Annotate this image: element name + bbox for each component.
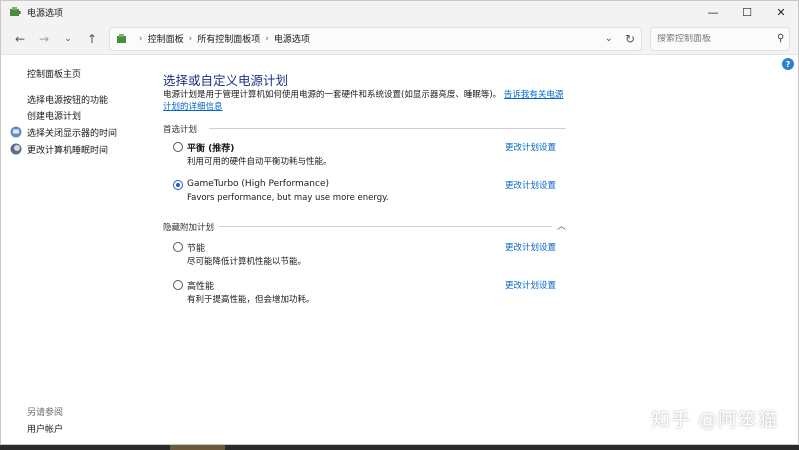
power-options-window: 电源选项 — ☐ ✕ ← → ⌄ ↑ › 控制面板 › 所有控制面板项 › 电源… [0, 0, 799, 445]
radio-balanced[interactable] [173, 142, 183, 152]
help-icon[interactable]: ? [782, 58, 794, 70]
hidden-plans-label: 隐藏附加计划 [163, 223, 215, 233]
back-button[interactable]: ← [9, 28, 31, 50]
close-button[interactable]: ✕ [764, 1, 798, 23]
sidebar-sleep-time[interactable]: 更改计算机睡眠时间 [27, 143, 108, 156]
minimize-button[interactable]: — [696, 1, 730, 23]
background-strip [170, 445, 225, 450]
hidden-plans-divider [219, 226, 552, 227]
plan-name[interactable]: 高性能 [187, 279, 214, 292]
see-also-heading: 另请参阅 [27, 408, 64, 418]
title-bar: 电源选项 — ☐ ✕ [1, 1, 798, 23]
address-dropdown-icon[interactable]: ⌄ [605, 33, 613, 44]
plan-description: 利用可用的硬件自动平衡功耗与性能。 [187, 157, 332, 167]
content-area: ? 控制面板主页 选择电源按钮的功能 创建电源计划 选择关闭显示器的时间 更改计… [1, 55, 798, 444]
change-plan-settings-link[interactable]: 更改计划设置 [505, 241, 556, 253]
radio-gameturbo[interactable] [173, 180, 183, 190]
breadcrumb-control-panel[interactable]: 控制面板 [148, 32, 184, 45]
search-box[interactable]: ⚲ [650, 26, 790, 51]
close-icon: ✕ [776, 5, 786, 19]
power-options-icon [10, 7, 21, 16]
refresh-icon[interactable]: ↻ [625, 32, 635, 46]
sidebar-control-panel-home[interactable]: 控制面板主页 [27, 67, 81, 80]
control-panel-icon [117, 33, 126, 43]
search-input[interactable] [657, 33, 777, 44]
page-title: 选择或自定义电源计划 [163, 73, 289, 88]
maximize-button[interactable]: ☐ [730, 1, 764, 23]
page-description: 电源计划是用于管理计算机如何使用电源的一套硬件和系统设置(如显示器亮度、睡眠等)… [163, 89, 566, 113]
chevron-right-icon: › [188, 33, 193, 44]
see-also-user-accounts[interactable]: 用户帐户 [27, 422, 63, 435]
change-plan-settings-link[interactable]: 更改计划设置 [505, 141, 556, 153]
window-title: 电源选项 [27, 8, 64, 19]
sidebar-choose-power-buttons[interactable]: 选择电源按钮的功能 [27, 93, 108, 106]
up-button[interactable]: ↑ [81, 28, 103, 50]
minimize-icon: — [707, 5, 719, 19]
forward-button[interactable]: → [33, 28, 55, 50]
navigation-bar: ← → ⌄ ↑ › 控制面板 › 所有控制面板项 › 电源选项 ⌄ ↻ ⚲ [1, 23, 798, 55]
moon-icon [10, 143, 22, 155]
chevron-right-icon: › [265, 33, 269, 44]
address-bar[interactable]: › 控制面板 › 所有控制面板项 › 电源选项 ⌄ ↻ [109, 26, 642, 51]
plan-name[interactable]: 节能 [187, 241, 205, 254]
sidebar-display-off-time[interactable]: 选择关闭显示器的时间 [27, 126, 117, 139]
chevron-down-icon: ⌄ [64, 33, 72, 44]
search-icon[interactable]: ⚲ [777, 33, 784, 44]
maximize-icon: ☐ [742, 5, 752, 19]
arrow-up-icon: ↑ [86, 31, 98, 46]
breadcrumb-power-options[interactable]: 电源选项 [274, 32, 310, 45]
sidebar: 控制面板主页 选择电源按钮的功能 创建电源计划 选择关闭显示器的时间 更改计算机… [1, 55, 151, 444]
plan-name[interactable]: GameTurbo (High Performance) [187, 179, 329, 189]
radio-power-saver[interactable] [173, 242, 183, 252]
recent-locations-button[interactable]: ⌄ [57, 28, 79, 50]
description-text: 电源计划是用于管理计算机如何使用电源的一套硬件和系统设置(如显示器亮度、睡眠等)… [163, 90, 502, 100]
breadcrumb-all-items[interactable]: 所有控制面板项 [197, 32, 260, 45]
plan-description: 有利于提高性能，但会增加功耗。 [187, 295, 315, 305]
chevron-right-icon: › [139, 33, 143, 44]
change-plan-settings-link[interactable]: 更改计划设置 [505, 279, 556, 291]
arrow-right-icon: → [38, 31, 50, 46]
plan-description: Favors performance, but may use more ene… [187, 193, 389, 203]
sidebar-create-power-plan[interactable]: 创建电源计划 [27, 109, 81, 122]
plan-name[interactable]: 平衡 (推荐) [187, 141, 234, 154]
chevron-up-icon[interactable]: ︿ [557, 219, 566, 232]
change-plan-settings-link[interactable]: 更改计划设置 [505, 179, 556, 191]
arrow-left-icon: ← [14, 31, 26, 46]
radio-high-performance[interactable] [173, 280, 183, 290]
monitor-icon [10, 126, 22, 138]
watermark: 知乎 @阿笨猫 [650, 409, 778, 431]
preferred-plans-label: 首选计划 [163, 125, 198, 135]
preferred-plans-divider [209, 128, 566, 129]
plan-description: 尽可能降低计算机性能以节能。 [187, 257, 307, 267]
